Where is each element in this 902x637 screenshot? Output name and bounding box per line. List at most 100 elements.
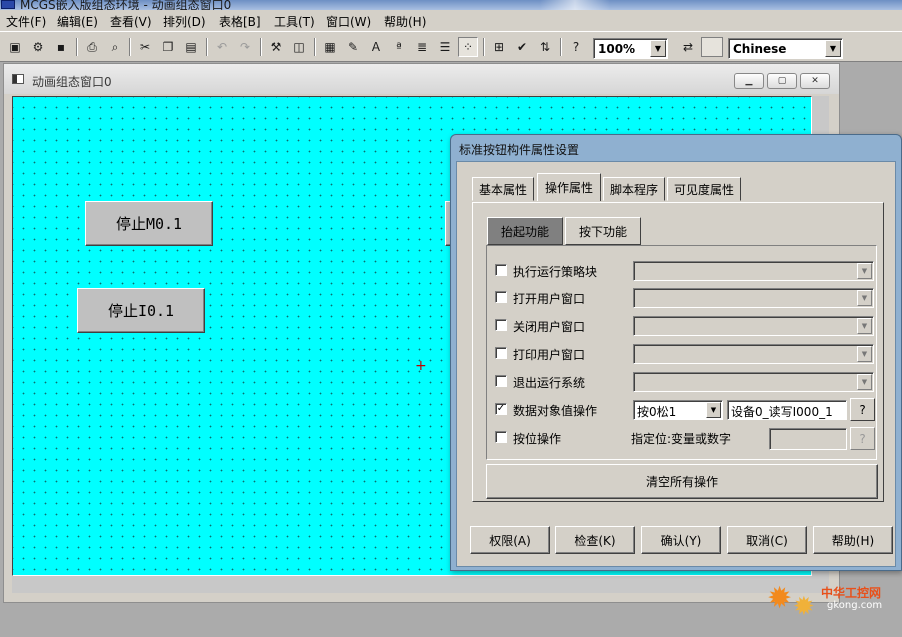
- data-object-help-button[interactable]: ?: [850, 398, 875, 421]
- chevron-down-icon[interactable]: ▼: [857, 263, 872, 279]
- print-window-label: 打印用户窗口: [513, 348, 586, 362]
- run-icon[interactable]: ⚙: [28, 37, 48, 57]
- open-window-label: 打开用户窗口: [513, 292, 586, 306]
- undo-icon[interactable]: ↶: [212, 37, 232, 57]
- close-window-select[interactable]: ▼: [633, 316, 874, 336]
- tab-basic[interactable]: 基本属性: [472, 177, 534, 201]
- gear-icon: ✹: [767, 581, 793, 616]
- new-window-icon[interactable]: ▣: [5, 37, 25, 57]
- confirm-button[interactable]: 确认(Y): [641, 526, 721, 554]
- permission-button[interactable]: 权限(A): [470, 526, 550, 554]
- crosshair-cursor-icon: +: [415, 358, 427, 374]
- exit-system-checkbox[interactable]: [495, 375, 507, 387]
- grid-icon[interactable]: ⁘: [458, 37, 478, 57]
- text-align-icon[interactable]: ☰: [435, 37, 455, 57]
- app-title: MCGS嵌入版组态环境 - 动画组态窗口0: [20, 0, 232, 10]
- chevron-down-icon[interactable]: ▼: [650, 40, 666, 57]
- text-style-icon[interactable]: Ａ: [366, 37, 386, 57]
- zoom-value: 100%: [598, 42, 636, 56]
- redo-icon[interactable]: ↷: [235, 37, 255, 57]
- table-icon[interactable]: ▦: [320, 37, 340, 57]
- menu-tools[interactable]: 工具(T): [274, 13, 315, 30]
- subtab-press[interactable]: 按下功能: [565, 217, 641, 245]
- cancel-button[interactable]: 取消(C): [727, 526, 807, 554]
- chevron-down-icon[interactable]: ▼: [706, 402, 721, 418]
- watermark-text-en: gkong.com: [827, 600, 883, 611]
- zoom-select[interactable]: 100% ▼: [593, 38, 668, 59]
- font-color-icon[interactable]: ª: [389, 37, 409, 57]
- row-run-strategy: 执行运行策略块 ▼: [495, 260, 875, 282]
- menu-view[interactable]: 查看(V): [110, 13, 152, 30]
- data-object-op-select[interactable]: 按0松1 ▼: [633, 400, 723, 420]
- print-preview-icon[interactable]: ⌕: [105, 37, 125, 57]
- bit-operation-help-button[interactable]: ?: [850, 427, 875, 450]
- subtab-release[interactable]: 抬起功能: [487, 217, 563, 245]
- chevron-down-icon[interactable]: ▼: [857, 346, 872, 362]
- app-title-bar: MCGS嵌入版组态环境 - 动画组态窗口0: [0, 0, 902, 10]
- clear-all-operations-button[interactable]: 清空所有操作: [486, 464, 878, 499]
- chevron-down-icon[interactable]: ▼: [857, 374, 872, 390]
- tab-operation[interactable]: 操作属性: [537, 173, 601, 201]
- bit-operation-checkbox[interactable]: [495, 431, 507, 443]
- bit-operation-field[interactable]: [769, 428, 847, 450]
- data-object-variable-field[interactable]: 设备0_读写I000_1: [727, 400, 847, 420]
- chevron-down-icon[interactable]: ▼: [857, 318, 872, 334]
- bit-operation-label: 按位操作: [513, 432, 562, 446]
- tools-icon[interactable]: ⚒: [266, 37, 286, 57]
- row-print-window: 打印用户窗口 ▼: [495, 343, 875, 365]
- layout-icon[interactable]: ◫: [289, 37, 309, 57]
- language-value: Chinese: [733, 42, 787, 56]
- open-window-select[interactable]: ▼: [633, 288, 874, 308]
- cut-icon[interactable]: ✂: [135, 37, 155, 57]
- horizontal-scrollbar[interactable]: [12, 576, 829, 593]
- help-button[interactable]: 帮助(H): [813, 526, 893, 554]
- stop-m01-button[interactable]: 停止M0.1: [85, 201, 213, 246]
- close-icon[interactable]: ✕: [800, 73, 830, 89]
- menu-table[interactable]: 表格[B]: [219, 13, 261, 30]
- run-strategy-checkbox[interactable]: [495, 264, 507, 276]
- tab-visibility[interactable]: 可见度属性: [667, 177, 741, 201]
- paste-icon[interactable]: ▤: [181, 37, 201, 57]
- maximize-icon[interactable]: ▢: [767, 73, 797, 89]
- close-window-checkbox[interactable]: [495, 319, 507, 331]
- gear-icon: ✹: [793, 592, 815, 622]
- data-object-checkbox[interactable]: ✓: [495, 403, 507, 415]
- check-icon[interactable]: ✔: [512, 37, 532, 57]
- dialog-body: 基本属性 操作属性 脚本程序 可见度属性 抬起功能 按下功能 执行运行策略块 ▼…: [456, 161, 896, 567]
- menu-window[interactable]: 窗口(W): [326, 13, 371, 30]
- chevron-down-icon[interactable]: ▼: [857, 290, 872, 306]
- print-window-checkbox[interactable]: [495, 347, 507, 359]
- chevron-down-icon[interactable]: ▼: [825, 40, 841, 57]
- watermark-text-cn: 中华工控网: [821, 586, 882, 600]
- animation-window-title-bar[interactable]: 动画组态窗口0 ▁ ▢ ✕: [4, 64, 839, 94]
- print-icon[interactable]: ⎙: [82, 37, 102, 57]
- menu-arrange[interactable]: 排列(D): [163, 13, 206, 30]
- menu-file[interactable]: 文件(F): [6, 13, 46, 30]
- row-close-window: 关闭用户窗口 ▼: [495, 315, 875, 337]
- line-align-icon[interactable]: ≣: [412, 37, 432, 57]
- minimize-icon[interactable]: ▁: [734, 73, 764, 89]
- save-icon[interactable]: ▪: [51, 37, 71, 57]
- tab-script[interactable]: 脚本程序: [603, 177, 665, 201]
- run-strategy-select[interactable]: ▼: [633, 261, 874, 281]
- animation-window-title: 动画组态窗口0: [32, 75, 112, 89]
- exit-system-select[interactable]: ▼: [633, 372, 874, 392]
- data-object-variable-value: 设备0_读写I000_1: [731, 405, 833, 419]
- open-window-checkbox[interactable]: [495, 291, 507, 303]
- menu-help[interactable]: 帮助(H): [384, 13, 426, 30]
- copy-icon[interactable]: ❐: [158, 37, 178, 57]
- data-object-label: 数据对象值操作: [513, 404, 598, 418]
- stop-i01-button[interactable]: 停止I0.1: [77, 288, 205, 333]
- menu-edit[interactable]: 编辑(E): [57, 13, 98, 30]
- row-open-window: 打开用户窗口 ▼: [495, 287, 875, 309]
- help-icon[interactable]: ?: [566, 37, 586, 57]
- check-button[interactable]: 检查(K): [555, 526, 635, 554]
- window-icon: [12, 74, 24, 84]
- order-icon[interactable]: ⇅: [535, 37, 555, 57]
- print-window-select[interactable]: ▼: [633, 344, 874, 364]
- language-select[interactable]: Chinese ▼: [728, 38, 843, 59]
- language-icon[interactable]: ⇄: [678, 37, 698, 57]
- data-object-op-value: 按0松1: [637, 405, 677, 419]
- format-icon[interactable]: ✎: [343, 37, 363, 57]
- properties-icon[interactable]: ⊞: [489, 37, 509, 57]
